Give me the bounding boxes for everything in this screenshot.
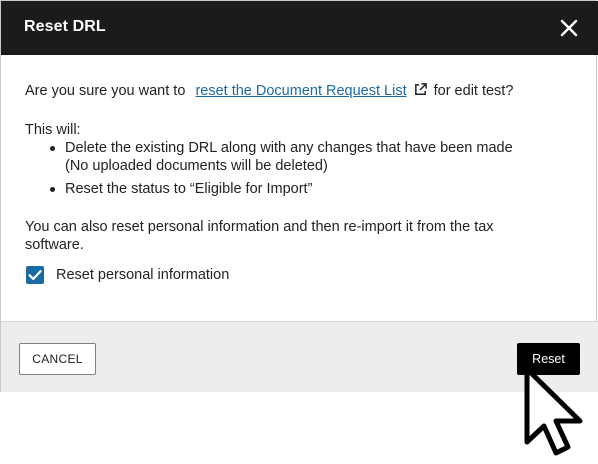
dialog-header: Reset DRL [1, 1, 598, 55]
confirm-question: Are you sure you want to reset the Docum… [25, 82, 513, 100]
reset-personal-info-checkbox[interactable] [26, 266, 44, 284]
effect-delete-text: Delete the existing DRL along with any c… [65, 140, 513, 156]
reset-button[interactable]: Reset [517, 343, 580, 375]
effect-delete-note: (No uploaded documents will be deleted) [65, 158, 328, 174]
dialog-footer: CANCEL Reset [1, 321, 598, 392]
this-will-label: This will: [25, 122, 81, 138]
close-icon [560, 19, 578, 37]
list-item: Delete the existing DRL along with any c… [25, 139, 513, 175]
check-icon [28, 270, 42, 281]
list-item: Reset the status to “Eligible for Import… [25, 180, 513, 198]
confirm-prefix: Are you sure you want to [25, 83, 186, 99]
cancel-button[interactable]: CANCEL [19, 343, 96, 375]
bullet-icon [50, 146, 55, 151]
reset-drl-dialog: Reset DRL Are you sure you want to reset… [0, 0, 598, 392]
effect-reset-status-text: Reset the status to “Eligible for Import… [65, 181, 313, 197]
reset-drl-link[interactable]: reset the Document Request List [195, 83, 406, 99]
effects-list: Delete the existing DRL along with any c… [25, 139, 513, 203]
bullet-icon [50, 187, 55, 192]
reset-personal-info-label[interactable]: Reset personal information [56, 266, 229, 284]
close-button[interactable] [556, 15, 582, 41]
reset-personal-info-description: You can also reset personal information … [25, 219, 494, 253]
confirm-suffix: for edit test? [433, 83, 514, 99]
dialog-title: Reset DRL [24, 18, 106, 35]
external-link-icon[interactable] [413, 82, 428, 97]
